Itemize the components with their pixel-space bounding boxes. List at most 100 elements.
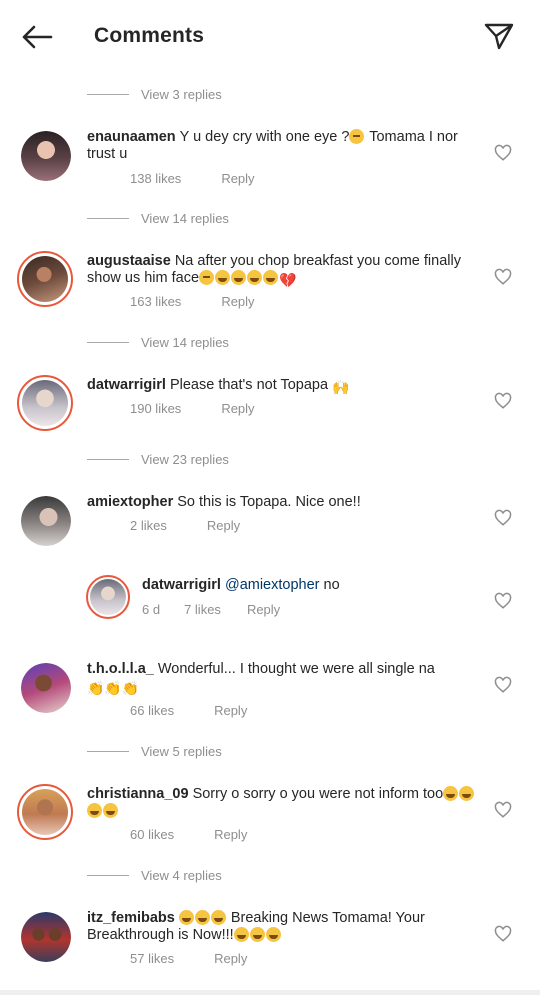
clapping-hands-emoji: 👏👏👏 xyxy=(87,680,140,696)
comment-text: christianna_09 Sorry o sorry o you were n… xyxy=(87,786,482,820)
comment-meta: 57 likes Reply xyxy=(130,951,287,966)
laughing-face-emoji xyxy=(103,803,118,818)
view-replies-label: View 23 replies xyxy=(141,451,229,467)
view-replies-label: View 14 replies xyxy=(141,210,229,226)
comment-username[interactable]: itz_femibabs xyxy=(87,910,175,926)
avatar[interactable] xyxy=(17,375,73,431)
view-replies-label: View 3 replies xyxy=(141,86,222,102)
likes-count[interactable]: 190 likes xyxy=(130,401,181,416)
laughing-face-emoji xyxy=(265,927,281,942)
header: Comments xyxy=(0,0,540,72)
heart-outline-icon[interactable] xyxy=(494,144,512,162)
comment-username[interactable]: datwarrigirl xyxy=(142,577,221,593)
reply-button[interactable]: Reply xyxy=(214,703,247,718)
divider-line xyxy=(87,874,129,876)
reply-button[interactable]: Reply xyxy=(214,951,247,966)
view-replies-label: View 4 replies xyxy=(141,867,222,883)
heart-outline-icon[interactable] xyxy=(494,676,512,694)
laughing-face-emoji xyxy=(249,927,265,942)
likes-count[interactable]: 7 likes xyxy=(184,602,221,617)
timestamp: 6 d xyxy=(142,602,161,617)
comment-text: datwarrigirl Please that's not Topapa 🙌 xyxy=(87,377,350,395)
comment-username[interactable]: datwarrigirl xyxy=(87,377,166,393)
crying-face-emoji xyxy=(199,270,215,285)
laughing-face-emoji xyxy=(233,927,249,942)
divider-line xyxy=(87,341,129,343)
raised-hands-emoji: 🙌 xyxy=(332,379,350,395)
comment-meta: 163 likes Reply xyxy=(130,294,295,309)
avatar[interactable] xyxy=(17,251,73,307)
comment-text: enaunaamen Y u dey cry with one eye ? Tom… xyxy=(87,129,458,162)
laughing-face-emoji xyxy=(87,803,102,818)
view-replies-link[interactable]: View 14 replies xyxy=(87,208,229,228)
laughing-face-emoji xyxy=(178,910,194,925)
reply-button[interactable]: Reply xyxy=(247,602,280,617)
view-replies-label: View 5 replies xyxy=(141,743,222,759)
share-button[interactable] xyxy=(480,18,518,54)
comment-username[interactable]: amiextopher xyxy=(87,494,173,510)
page-title: Comments xyxy=(94,24,205,47)
likes-count[interactable]: 163 likes xyxy=(130,294,181,309)
reply-button[interactable]: Reply xyxy=(221,294,254,309)
comment-text: t.h.o.l.l.a_ Wonderful... I thought we we… xyxy=(87,661,435,696)
laughing-face-emoji xyxy=(443,786,459,801)
avatar[interactable] xyxy=(21,663,71,713)
broken-heart-emoji: 💔 xyxy=(279,272,297,288)
divider-line xyxy=(87,458,129,460)
likes-count[interactable]: 2 likes xyxy=(130,518,167,533)
reply-button[interactable]: Reply xyxy=(214,827,247,842)
reply-button[interactable]: Reply xyxy=(221,401,254,416)
view-replies-link[interactable]: View 23 replies xyxy=(87,449,229,469)
heart-outline-icon[interactable] xyxy=(494,925,512,943)
view-replies-link[interactable]: View 5 replies xyxy=(87,741,222,761)
avatar[interactable] xyxy=(21,912,71,962)
bottom-divider xyxy=(0,990,540,995)
view-replies-link[interactable]: View 3 replies xyxy=(87,84,222,104)
heart-outline-icon[interactable] xyxy=(494,509,512,527)
avatar[interactable] xyxy=(86,575,130,619)
comment-text: augustaaise Na after you chop breakfast y… xyxy=(87,253,461,288)
comment-meta: 6 d 7 likes Reply xyxy=(142,602,320,617)
likes-count[interactable]: 57 likes xyxy=(130,951,174,966)
avatar[interactable] xyxy=(17,784,73,840)
laughing-face-emoji xyxy=(215,270,231,285)
avatar[interactable] xyxy=(21,496,71,546)
likes-count[interactable]: 60 likes xyxy=(130,827,174,842)
reply-button[interactable]: Reply xyxy=(221,171,254,186)
likes-count[interactable]: 138 likes xyxy=(130,171,181,186)
laughing-face-emoji xyxy=(247,270,263,285)
divider-line xyxy=(87,750,129,752)
comment-text: datwarrigirl @amiextopher no xyxy=(142,577,340,593)
heart-outline-icon[interactable] xyxy=(494,268,512,286)
heart-outline-icon[interactable] xyxy=(494,592,512,610)
mention-link[interactable]: @amiextopher xyxy=(225,577,320,593)
laughing-face-emoji xyxy=(194,910,210,925)
comment-username[interactable]: christianna_09 xyxy=(87,786,189,802)
arrow-left-icon xyxy=(22,25,53,49)
heart-outline-icon[interactable] xyxy=(494,801,512,819)
comment-meta: 190 likes Reply xyxy=(130,401,295,416)
comment-meta: 66 likes Reply xyxy=(130,703,287,718)
back-button[interactable] xyxy=(18,20,56,54)
laughing-face-emoji xyxy=(231,270,247,285)
comment-username[interactable]: t.h.o.l.l.a_ xyxy=(87,661,154,677)
comment-username[interactable]: enaunaamen xyxy=(87,129,176,145)
comment-meta: 138 likes Reply xyxy=(130,171,295,186)
divider-line xyxy=(87,93,129,95)
view-replies-link[interactable]: View 14 replies xyxy=(87,332,229,352)
divider-line xyxy=(87,217,129,219)
heart-outline-icon[interactable] xyxy=(494,392,512,410)
paper-plane-icon xyxy=(484,23,514,50)
reply-button[interactable]: Reply xyxy=(207,518,240,533)
avatar[interactable] xyxy=(21,131,71,181)
comment-username[interactable]: augustaaise xyxy=(87,253,171,269)
view-replies-label: View 14 replies xyxy=(141,334,229,350)
laughing-face-emoji xyxy=(210,910,226,925)
comment-meta: 60 likes Reply xyxy=(130,827,287,842)
comment-text: amiextopher So this is Topapa. Nice one!! xyxy=(87,494,361,510)
view-replies-link[interactable]: View 4 replies xyxy=(87,865,222,885)
comment-meta: 2 likes Reply xyxy=(130,518,280,533)
comment-text: itz_femibabs Breaking News Tomama! Your … xyxy=(87,910,425,943)
crying-face-emoji xyxy=(349,129,365,144)
likes-count[interactable]: 66 likes xyxy=(130,703,174,718)
